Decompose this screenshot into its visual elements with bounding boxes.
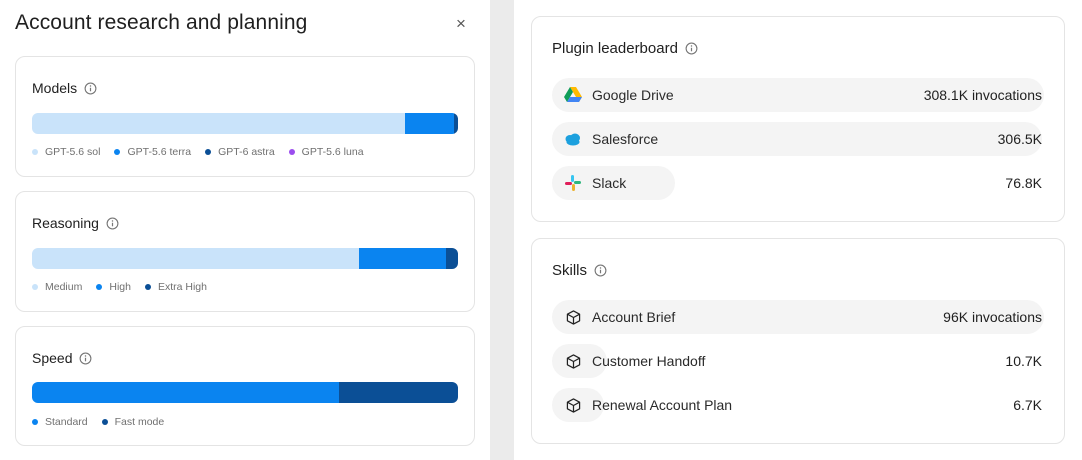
reasoning-header: Reasoning — [32, 215, 119, 231]
skill-name: Renewal Account Plan — [592, 397, 733, 413]
plugin-name: Salesforce — [592, 131, 659, 147]
legend-label: GPT-5.6 terra — [127, 146, 192, 158]
salesforce-icon — [564, 130, 582, 148]
bar-segment-gpt-5-6-sol — [32, 113, 405, 134]
info-icon[interactable] — [79, 352, 92, 365]
skills-card: Skills Account Brief 96K invocations Cus… — [531, 238, 1065, 444]
legend-item-gpt-5-6-terra: GPT-5.6 terra — [114, 146, 191, 158]
legend-dot — [114, 149, 121, 155]
legend-dot — [96, 284, 103, 290]
legend-label: Extra High — [157, 281, 207, 293]
models-bar — [32, 113, 458, 134]
speed-legend: Standard Fast mode — [32, 416, 164, 428]
legend-dot — [32, 419, 38, 425]
plugin-row-google-drive[interactable]: Google Drive 308.1K invocations — [552, 78, 1044, 112]
info-icon[interactable] — [685, 42, 698, 55]
skill-row-account-brief[interactable]: Account Brief 96K invocations — [552, 300, 1044, 334]
reasoning-bar — [32, 248, 458, 269]
speed-bar — [32, 382, 458, 403]
legend-dot — [32, 284, 38, 290]
bar-segment-extra-high — [446, 248, 458, 269]
bar-segment-gpt-5-6-terra — [404, 113, 454, 134]
skill-row-renewal-account-plan[interactable]: Renewal Account Plan 6.7K — [552, 388, 1042, 422]
legend-label: GPT-5.6 luna — [301, 146, 364, 158]
skill-invocations: 96K invocations — [943, 309, 1042, 325]
info-icon[interactable] — [594, 264, 607, 277]
legend-dot — [101, 419, 108, 425]
legend-dot — [32, 149, 38, 155]
leaderboards-panel: Plugin leaderboard Google Drive 308.1K i… — [514, 0, 1082, 460]
plugin-name: Slack — [592, 175, 627, 191]
bar-segment-high — [359, 248, 447, 269]
skill-name: Customer Handoff — [592, 353, 706, 369]
cube-icon — [564, 308, 582, 326]
legend-label: Fast mode — [114, 416, 165, 428]
models-card: Models GPT-5.6 sol GPT-5.6 terra GPT-6 ast… — [15, 56, 475, 177]
legend-dot — [205, 149, 212, 155]
legend-dot — [288, 149, 295, 155]
close-icon[interactable]: × — [451, 14, 471, 34]
bar-segment-gpt-6-astra — [453, 113, 458, 134]
panel-divider — [490, 0, 514, 460]
plugin-invocations: 308.1K invocations — [923, 87, 1042, 103]
reasoning-title: Reasoning — [32, 215, 99, 231]
legend-item-gpt-5-6-sol: GPT-5.6 sol — [32, 146, 100, 158]
legend-item-medium: Medium — [32, 281, 82, 293]
panel-title: Account research and planning — [15, 11, 308, 34]
bar-segment-fast-mode — [338, 382, 458, 403]
plugin-invocations: 76.8K — [1005, 175, 1042, 191]
models-title: Models — [32, 80, 78, 96]
skill-invocations: 6.7K — [1013, 397, 1042, 413]
info-icon[interactable] — [106, 217, 119, 230]
slack-icon — [564, 174, 582, 192]
cube-icon — [564, 396, 582, 414]
legend-item-extra-high: Extra High — [144, 281, 207, 293]
plugin-leaderboard-title: Plugin leaderboard — [552, 40, 678, 57]
plugin-leaderboard-header: Plugin leaderboard — [552, 40, 698, 57]
legend-label: GPT-6 astra — [218, 146, 275, 158]
legend-label: High — [109, 281, 131, 293]
speed-title: Speed — [32, 350, 73, 366]
cube-icon — [564, 352, 582, 370]
plugin-name: Google Drive — [592, 87, 674, 103]
plugin-leaderboard-card: Plugin leaderboard Google Drive 308.1K i… — [531, 16, 1065, 222]
info-icon[interactable] — [84, 82, 97, 95]
models-header: Models — [32, 80, 97, 96]
legend-item-fast-mode: Fast mode — [101, 416, 165, 428]
plugin-row-slack[interactable]: Slack 76.8K — [552, 166, 1042, 200]
speed-card: Speed Standard Fast mode — [15, 326, 475, 446]
legend-dot — [144, 284, 151, 290]
skill-invocations: 10.7K — [1005, 353, 1042, 369]
reasoning-legend: Medium High Extra High — [32, 281, 207, 293]
plugin-invocations: 306.5K — [997, 131, 1042, 147]
bar-segment-standard — [32, 382, 339, 403]
google-drive-icon — [564, 86, 582, 104]
models-legend: GPT-5.6 sol GPT-5.6 terra GPT-6 astra GPT-5… — [32, 146, 364, 158]
legend-item-standard: Standard — [32, 416, 88, 428]
account-panel: Account research and planning × Models G… — [0, 0, 490, 460]
legend-label: Medium — [45, 281, 83, 293]
bar-segment-medium — [32, 248, 360, 269]
skills-title: Skills — [552, 262, 588, 279]
legend-item-high: High — [96, 281, 131, 293]
speed-header: Speed — [32, 350, 92, 366]
legend-label: GPT-5.6 sol — [45, 146, 101, 158]
reasoning-card: Reasoning Medium High Extra High — [15, 191, 475, 312]
plugin-row-salesforce[interactable]: Salesforce 306.5K — [552, 122, 1042, 156]
skill-name: Account Brief — [592, 309, 676, 325]
legend-item-gpt-6-astra: GPT-6 astra — [205, 146, 275, 158]
legend-item-gpt-5-6-luna: GPT-5.6 luna — [288, 146, 364, 158]
skill-row-customer-handoff[interactable]: Customer Handoff 10.7K — [552, 344, 1042, 378]
legend-label: Standard — [45, 416, 88, 428]
skills-header: Skills — [552, 262, 607, 279]
